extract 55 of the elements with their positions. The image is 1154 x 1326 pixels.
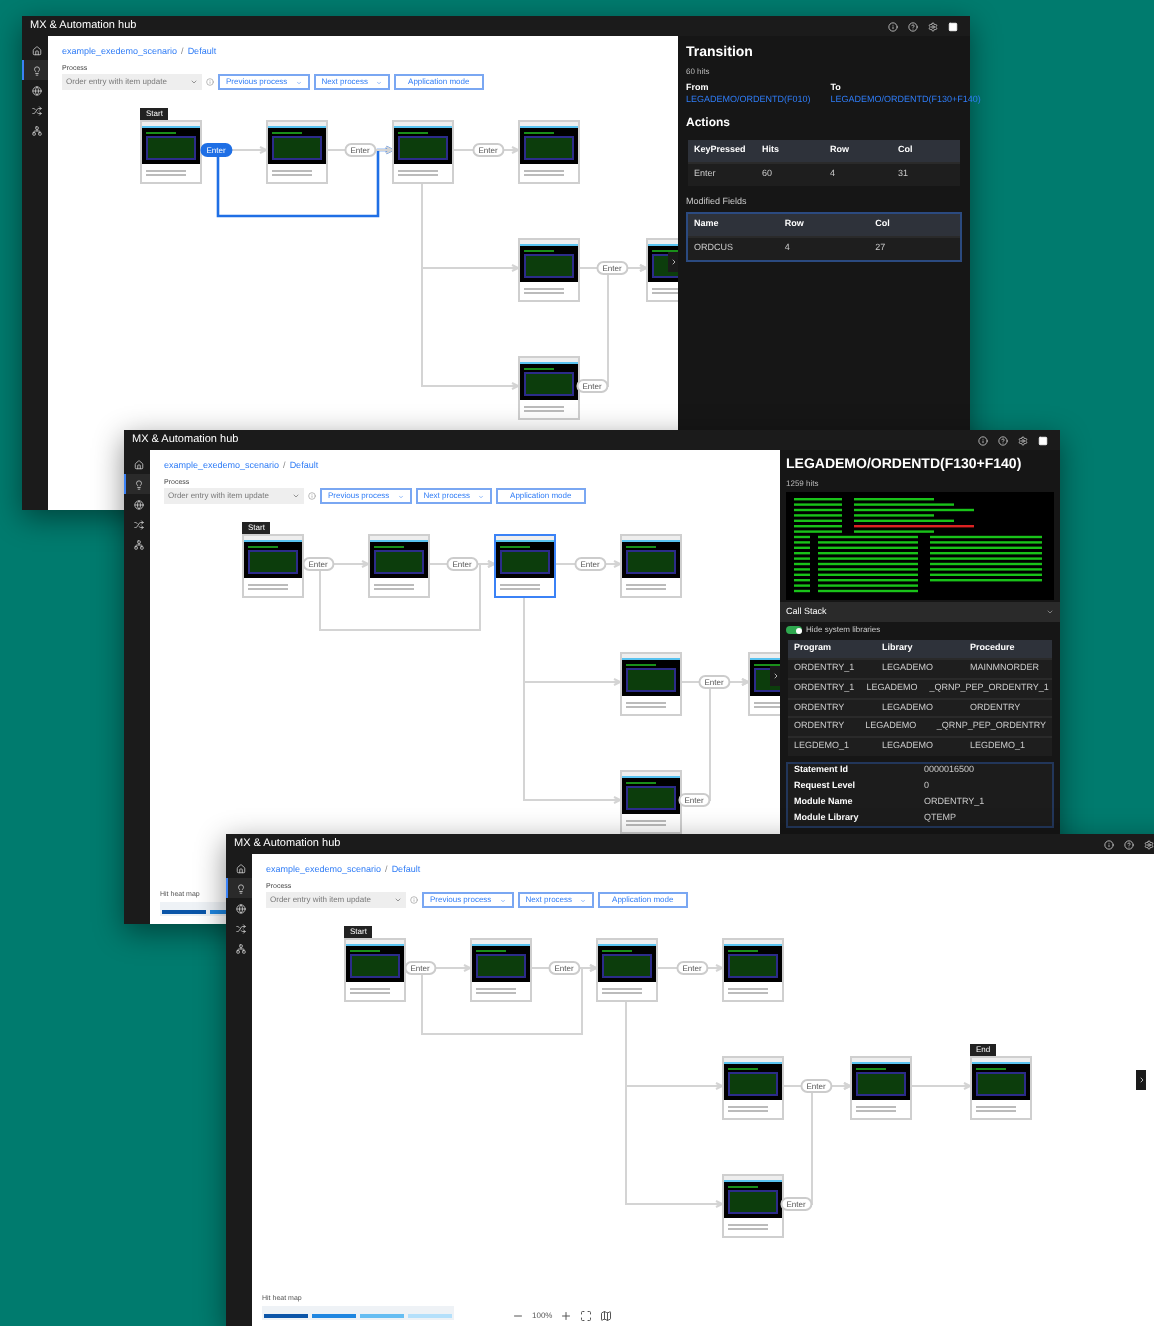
screen-node[interactable] (620, 652, 682, 716)
screen-node[interactable] (470, 938, 532, 1002)
globe-icon (235, 903, 245, 913)
nav-item[interactable] (22, 60, 48, 80)
screen-node[interactable] (970, 1056, 1032, 1120)
screen-node[interactable] (242, 534, 304, 598)
network-icon (31, 125, 41, 135)
collapse-handle[interactable] (668, 252, 678, 272)
shuffle-icon (235, 923, 245, 933)
network-icon (133, 539, 143, 549)
lightbulb-icon (235, 883, 245, 893)
screen-node[interactable] (620, 770, 682, 834)
settings-icon[interactable] (928, 21, 938, 31)
screen-node[interactable] (722, 1056, 784, 1120)
settings-icon[interactable] (1144, 839, 1154, 849)
screen-node[interactable] (518, 120, 580, 184)
home-icon (133, 459, 143, 469)
screen-node[interactable] (518, 356, 580, 420)
screen-node[interactable] (722, 1174, 784, 1238)
screen-node[interactable] (344, 938, 406, 1002)
info-icon[interactable] (888, 21, 898, 31)
home-icon (235, 863, 245, 873)
home-icon (31, 45, 41, 55)
info-icon[interactable] (1104, 839, 1114, 849)
square-icon[interactable] (1038, 435, 1048, 445)
map-icon[interactable] (600, 1310, 613, 1322)
network-icon (235, 943, 245, 953)
info-icon[interactable] (978, 435, 988, 445)
collapse-handle[interactable] (1136, 1070, 1146, 1090)
square-icon[interactable] (948, 21, 958, 31)
screen-node[interactable] (620, 534, 682, 598)
shuffle-icon (133, 519, 143, 529)
screen-node[interactable] (368, 534, 430, 598)
toggle-switch[interactable] (786, 626, 802, 635)
screen-node[interactable] (850, 1056, 912, 1120)
lightbulb-icon (133, 479, 143, 489)
help-icon[interactable] (998, 435, 1008, 445)
zoom-in-icon[interactable] (560, 1310, 573, 1322)
shuffle-icon (31, 105, 41, 115)
nav-item[interactable] (124, 474, 150, 494)
screen-node[interactable] (392, 120, 454, 184)
screen-node[interactable] (494, 534, 556, 598)
settings-icon[interactable] (1018, 435, 1028, 445)
collapse-handle[interactable] (770, 666, 780, 686)
nav-item[interactable] (226, 878, 252, 898)
screen-node[interactable] (140, 120, 202, 184)
help-icon[interactable] (1124, 839, 1134, 849)
lightbulb-icon (31, 65, 41, 75)
screen-node[interactable] (518, 238, 580, 302)
screen-node[interactable] (266, 120, 328, 184)
screen-node[interactable] (596, 938, 658, 1002)
globe-icon (31, 85, 41, 95)
screen-node[interactable] (722, 938, 784, 1002)
globe-icon (133, 499, 143, 509)
help-icon[interactable] (908, 21, 918, 31)
